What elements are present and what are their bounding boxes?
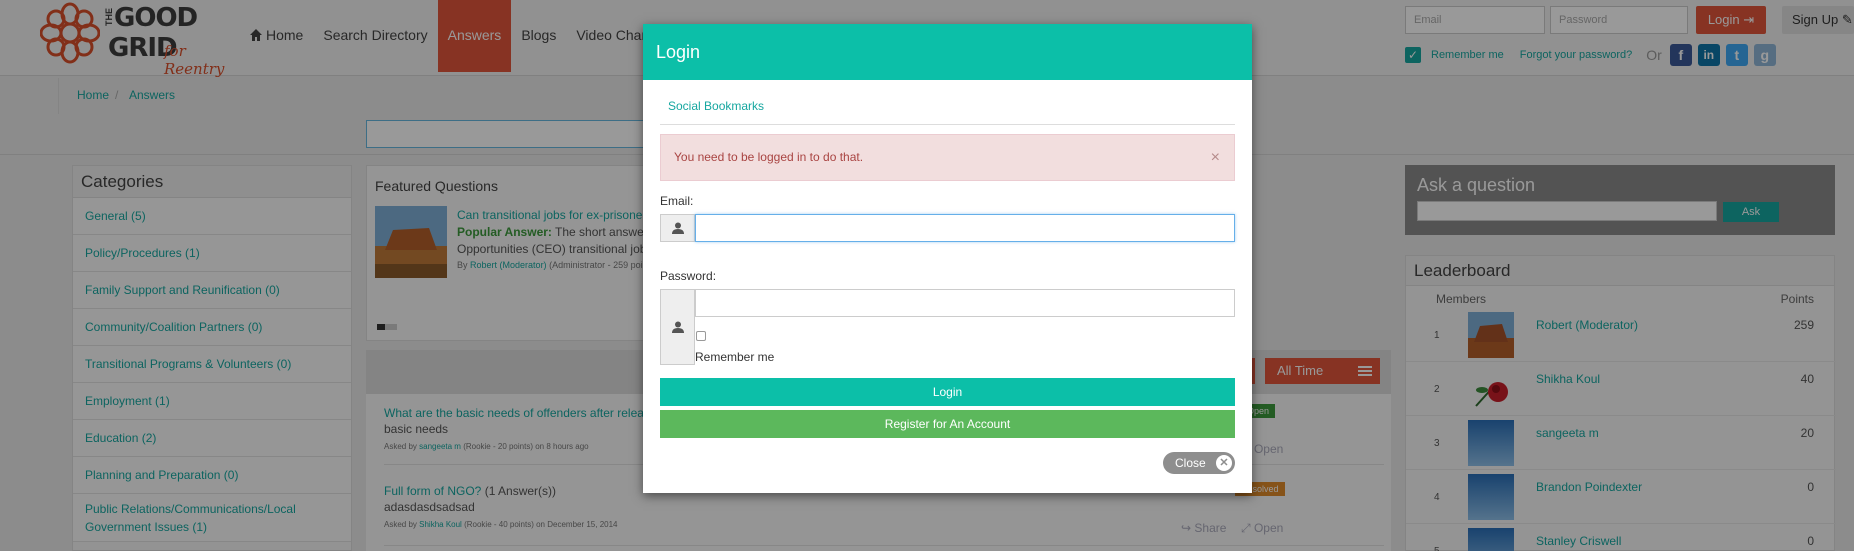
user-icon [671,222,684,234]
email-field[interactable] [695,214,1235,242]
password-addon [660,289,695,365]
remember-me-label: Remember me [695,350,775,364]
login-modal: Login Social Bookmarks You need to be lo… [643,24,1252,493]
email-addon [660,214,695,242]
close-button[interactable]: Close ✕ [1163,452,1235,474]
password-label: Password: [660,269,717,283]
tab-social-bookmarks[interactable]: Social Bookmarks [668,99,764,113]
modal-title: Login [643,24,1252,80]
user-icon [671,321,684,333]
alert-message: You need to be logged in to do that. [674,150,864,164]
tab-divider [660,124,1235,125]
login-required-alert: You need to be logged in to do that. × [660,134,1235,181]
register-button[interactable]: Register for An Account [660,410,1235,438]
login-button[interactable]: Login [660,378,1235,406]
email-label: Email: [660,194,694,208]
close-icon: ✕ [1216,455,1232,471]
password-field[interactable] [695,289,1235,317]
close-label: Close [1175,456,1206,470]
remember-me-checkbox[interactable] [696,331,706,341]
alert-close-icon[interactable]: × [1211,135,1220,180]
